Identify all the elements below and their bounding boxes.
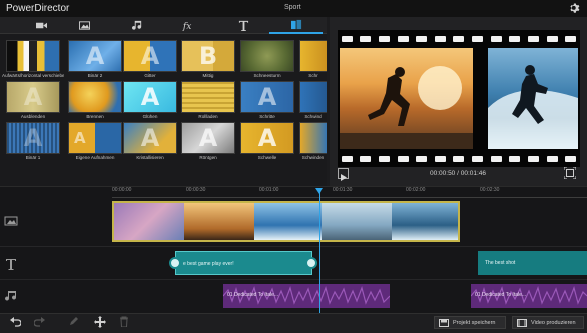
undo-button[interactable]: [9, 315, 22, 328]
transition-label: Röntgen: [199, 155, 217, 160]
title-track-icon: [6, 259, 16, 270]
ruler-tick-label: 00:01:30: [333, 187, 353, 193]
transition-label: Eigene Aufnahmen: [75, 155, 115, 160]
preview-frame-left: [340, 48, 473, 149]
svg-text:fx: fx: [182, 21, 192, 31]
title-clip-text: e best game play ever!: [183, 261, 234, 267]
film-icon: [517, 319, 527, 327]
transition-thumbnail[interactable]: A: [123, 122, 177, 154]
gear-icon[interactable]: [569, 2, 582, 15]
delete-button[interactable]: [117, 315, 130, 328]
project-name: Sport: [284, 4, 301, 11]
sprocket-row-bottom: [338, 152, 580, 165]
library-tab-bar: fx: [0, 17, 327, 34]
video-clip[interactable]: [112, 201, 460, 242]
tab-music[interactable]: [110, 17, 164, 34]
video-track-icon: [4, 216, 18, 226]
move-button[interactable]: [93, 315, 106, 328]
transition-thumbnail[interactable]: A: [68, 40, 122, 72]
ruler-tick-label: 00:02:30: [480, 187, 500, 193]
transition-thumbnail[interactable]: A: [181, 122, 235, 154]
transition-thumbnail[interactable]: [299, 122, 327, 154]
transition-label: Schwinden: [301, 155, 325, 160]
tab-titles[interactable]: [216, 17, 270, 34]
audio-clip[interactable]: 01 Dedicated To Itale...: [471, 284, 587, 308]
music-note-icon: [131, 20, 141, 30]
edit-button[interactable]: [67, 315, 80, 328]
track-divider: [0, 279, 587, 280]
trash-icon: [119, 316, 128, 327]
title-bar: PowerDirector Sport: [0, 0, 587, 17]
preview-filmstrip: [338, 30, 580, 167]
transition-thumbnail[interactable]: A: [68, 122, 122, 154]
sprocket-row-top: [338, 32, 580, 45]
transition-thumbnail[interactable]: [6, 40, 60, 72]
undo-icon: [10, 317, 21, 327]
title-clip[interactable]: e best game play ever!: [175, 251, 312, 275]
music-track-icon: [5, 291, 17, 301]
transition-thumbnail[interactable]: [299, 81, 327, 113]
transition-thumbnail[interactable]: [181, 81, 235, 113]
save-project-button[interactable]: Projekt speichern: [434, 316, 506, 329]
title-clip[interactable]: The best shot: [478, 251, 587, 275]
transition-thumbnail[interactable]: [240, 40, 294, 72]
transition-label: Kristallisieren: [136, 155, 164, 160]
play-icon: [341, 174, 347, 181]
app-title: PowerDirector: [6, 3, 70, 14]
move-arrows-icon: [93, 315, 106, 328]
preview-panel: [330, 17, 587, 186]
transition-library: Aufwärts/horizontal verschieben A Binär …: [0, 34, 327, 186]
image-icon: [78, 21, 90, 30]
tab-images[interactable]: [57, 17, 111, 34]
save-icon: [439, 319, 449, 327]
transition-icon: [290, 19, 301, 30]
playhead-handle[interactable]: [315, 188, 323, 194]
transition-thumbnail[interactable]: B: [181, 40, 235, 72]
produce-video-button[interactable]: Video produzieren: [512, 316, 584, 329]
transition-label: Binär 1: [25, 155, 41, 160]
title-clip-text: The best shot: [485, 260, 516, 266]
surfer-silhouette-image: [340, 66, 473, 149]
track-divider: [0, 246, 587, 247]
transition-thumbnail[interactable]: A: [123, 40, 177, 72]
audio-clip-name: 01 Dedicated To Itale...: [475, 292, 527, 298]
trim-handle-right[interactable]: [305, 257, 317, 269]
ruler-tick-label: 00:00:00: [112, 187, 132, 193]
transition-label: Schwelle: [257, 155, 277, 160]
audio-clip[interactable]: 01 Dedicated To Itale...: [223, 284, 390, 308]
save-project-label: Projekt speichern: [453, 319, 496, 326]
video-clip-icon: [35, 22, 47, 29]
transition-thumbnail[interactable]: A: [240, 81, 294, 113]
playhead[interactable]: [319, 190, 320, 314]
tab-effects[interactable]: fx: [160, 17, 214, 34]
transition-thumbnail[interactable]: A: [6, 81, 60, 113]
pencil-icon: [70, 317, 78, 325]
surfer-wave-image: [488, 65, 578, 149]
transition-thumbnail[interactable]: A: [240, 122, 294, 154]
redo-icon: [34, 317, 45, 327]
fx-icon: fx: [182, 21, 192, 31]
ruler-tick-label: 00:00:30: [186, 187, 206, 193]
timeline-ruler[interactable]: [112, 197, 587, 198]
preview-timecode: 00:00:50 / 00:01:46: [430, 170, 487, 177]
ruler-tick-label: 00:02:00: [406, 187, 426, 193]
transition-thumbnail[interactable]: A: [123, 81, 177, 113]
tab-transitions[interactable]: [269, 17, 323, 34]
fullscreen-icon[interactable]: [564, 167, 576, 179]
preview-frame-right: [488, 48, 578, 149]
ruler-tick-label: 00:01:00: [259, 187, 279, 193]
produce-video-label: Video produzieren: [531, 319, 576, 326]
redo-button[interactable]: [33, 315, 46, 328]
trim-handle-left[interactable]: [169, 257, 181, 269]
transition-thumbnail[interactable]: [299, 40, 327, 72]
text-title-icon: [238, 20, 248, 31]
play-button[interactable]: [338, 168, 349, 181]
transition-thumbnail[interactable]: [68, 81, 122, 113]
audio-clip-name: 01 Dedicated To Itale...: [227, 292, 279, 298]
transition-thumbnail[interactable]: A: [6, 122, 60, 154]
